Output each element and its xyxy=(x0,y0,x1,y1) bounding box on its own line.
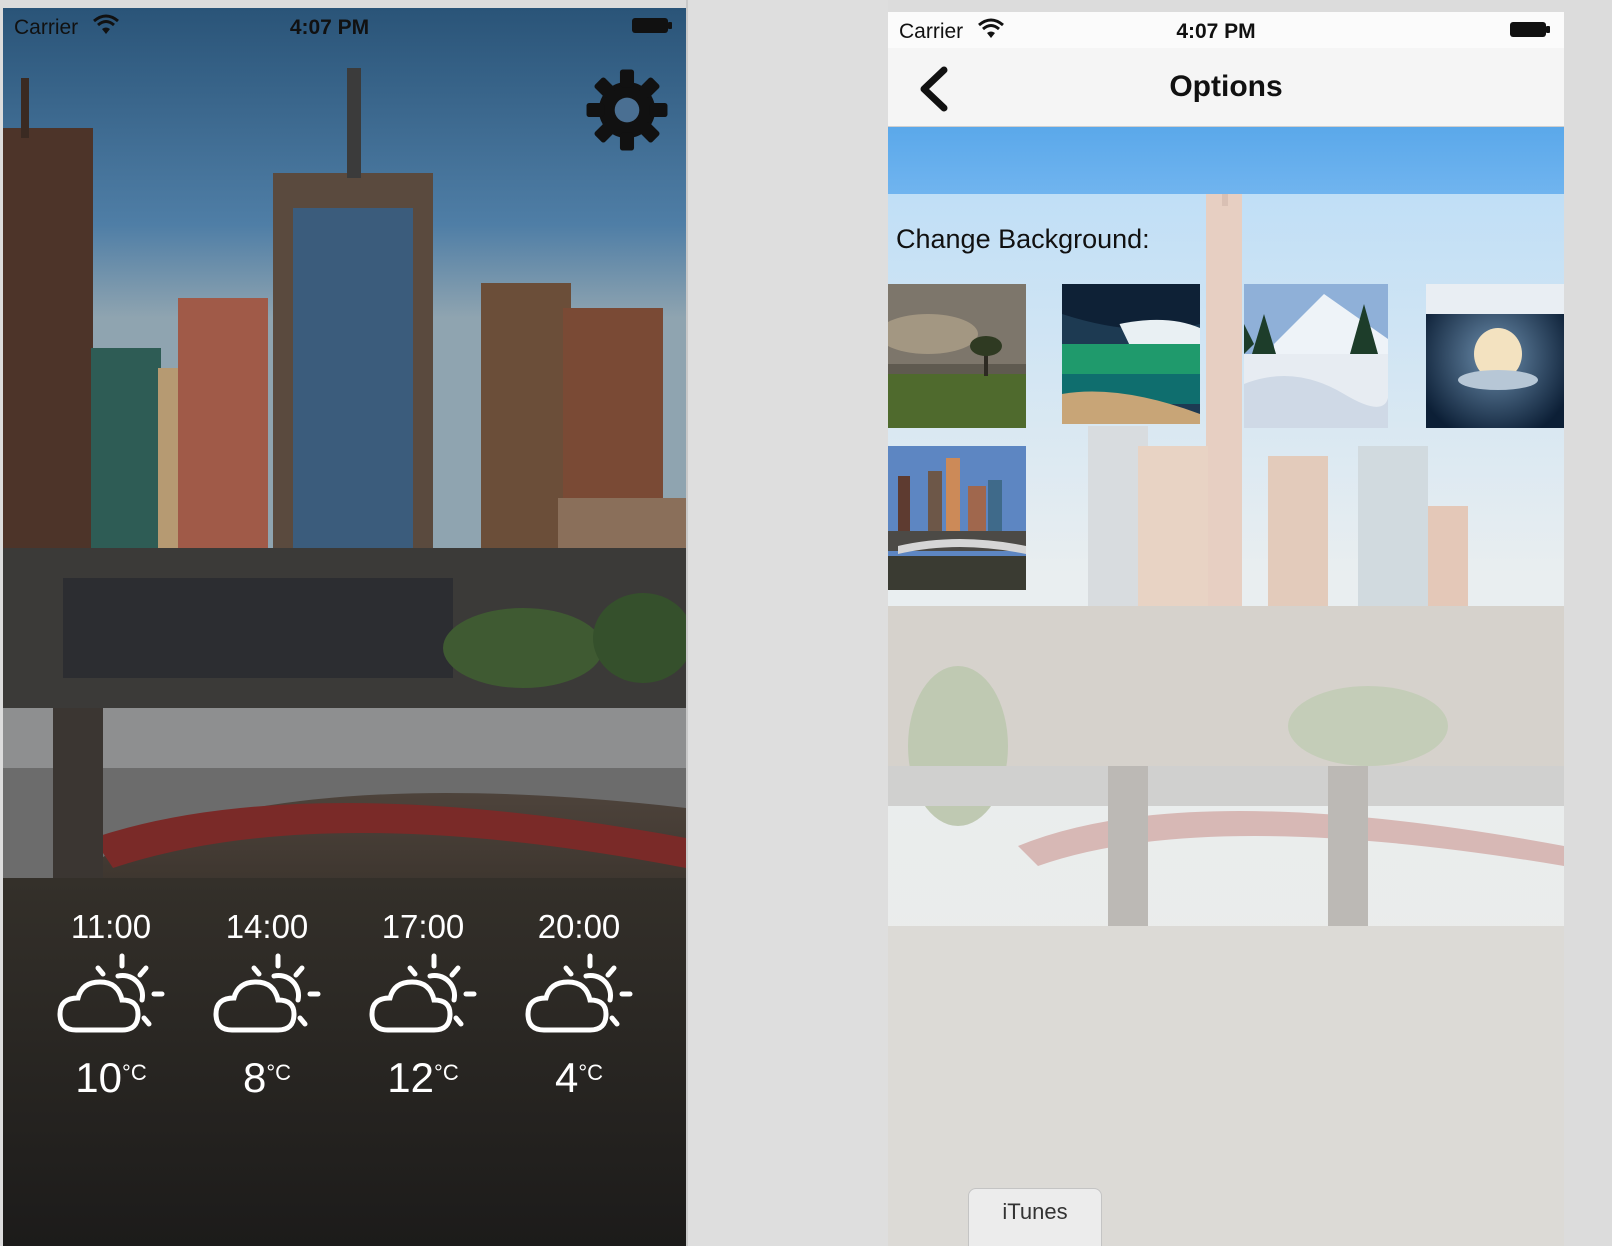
forecast-item: 14:00 8°C xyxy=(187,908,347,1102)
background-thumb-snow[interactable] xyxy=(1244,284,1388,428)
forecast-item: 20:00 4°C xyxy=(499,908,659,1102)
partly-cloudy-icon xyxy=(213,953,321,1033)
forecast-temp: 12°C xyxy=(387,1054,459,1101)
weather-screen: Carrier 4:07 PM 11:00 10°C 14:00 8°C 17:… xyxy=(3,8,686,1246)
hourly-forecast: 11:00 10°C 14:00 8°C 17:00 12°C 20:00 4°… xyxy=(3,908,686,1128)
background-thumb-cloud[interactable] xyxy=(1426,284,1564,428)
forecast-temp: 10°C xyxy=(75,1054,147,1101)
options-screen: Carrier 4:07 PM Options Change Backgroun… xyxy=(888,12,1564,1246)
partly-cloudy-icon xyxy=(525,953,633,1033)
partly-cloudy-icon xyxy=(369,953,477,1033)
clock: 4:07 PM xyxy=(1176,20,1256,43)
forecast-time: 11:00 xyxy=(70,908,152,945)
partly-cloudy-icon xyxy=(57,953,165,1033)
background-thumb-city[interactable] xyxy=(888,446,1026,590)
status-bar: Carrier 4:07 PM xyxy=(3,8,686,44)
battery-icon xyxy=(1510,22,1550,37)
forecast-time: 14:00 xyxy=(225,908,309,945)
clock: 4:07 PM xyxy=(289,16,370,39)
forecast-item: 17:00 12°C xyxy=(343,908,503,1102)
header-sky-band xyxy=(888,126,1564,194)
gear-icon[interactable] xyxy=(583,66,671,154)
page-title: Options xyxy=(1169,70,1283,103)
forecast-temp: 4°C xyxy=(554,1054,604,1101)
navigation-bar: Options xyxy=(888,48,1564,127)
battery-icon xyxy=(632,18,672,33)
window-divider xyxy=(686,0,888,1246)
forecast-time: 20:00 xyxy=(537,908,621,945)
forecast-temp: 8°C xyxy=(242,1054,292,1101)
forecast-time: 17:00 xyxy=(381,908,465,945)
itunes-dock-tab[interactable]: iTunes xyxy=(968,1188,1102,1246)
status-bar: Carrier 4:07 PM xyxy=(888,12,1564,48)
background-thumb-field[interactable] xyxy=(888,284,1026,428)
background-thumb-ocean[interactable] xyxy=(1062,284,1200,424)
change-background-label: Change Background: xyxy=(896,224,1150,254)
forecast-item: 11:00 10°C xyxy=(31,908,191,1102)
